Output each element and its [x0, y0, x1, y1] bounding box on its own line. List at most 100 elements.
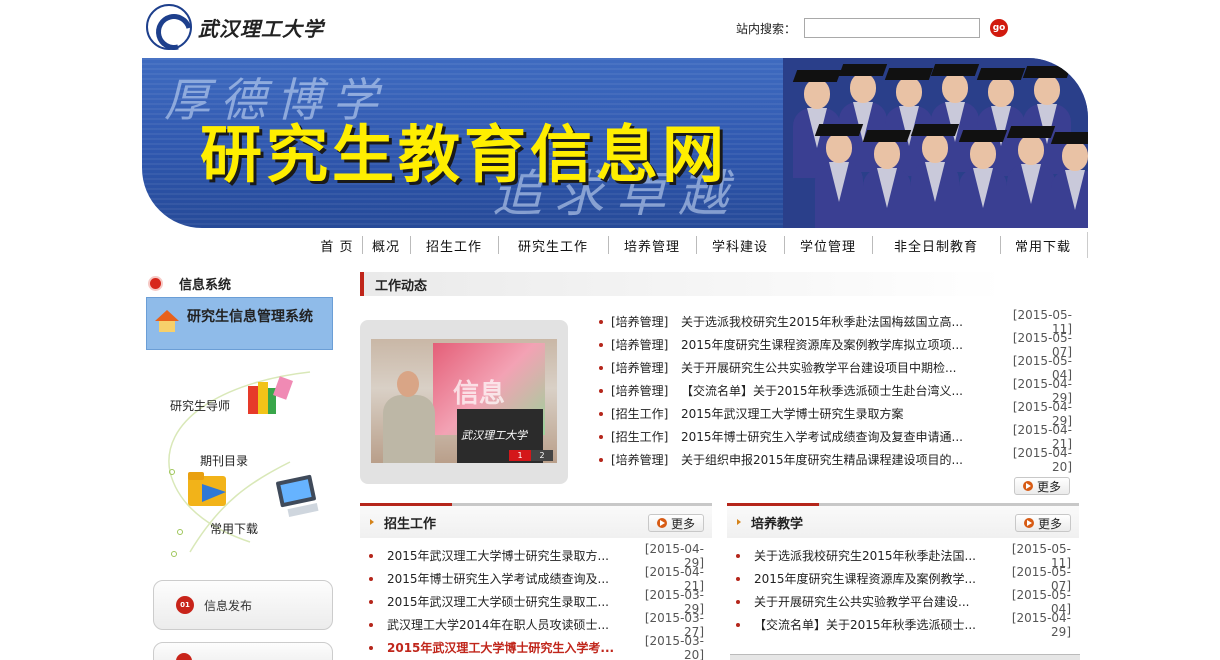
sidebar-button-partial[interactable] — [153, 642, 333, 660]
item-title[interactable]: 武汉理工大学2014年在职人员攻读硕士... — [387, 616, 636, 633]
sidebar-heading: 信息系统 — [150, 274, 231, 293]
sidebar-item-supervisors[interactable]: 研究生导师 — [170, 397, 230, 414]
triangle-icon — [737, 519, 741, 525]
news-title[interactable]: 【交流名单】关于2015年秋季选派硕士生赴台湾义... — [681, 382, 1000, 399]
news-title[interactable]: 2015年博士研究生入学考试成绩查询及复查申请通... — [681, 428, 1000, 445]
news-category: [培养管理] — [611, 315, 669, 329]
info-publish-button[interactable]: 01 信息发布 — [153, 580, 333, 630]
news-photo[interactable]: 信息 武汉理工大学 1 2 — [371, 339, 557, 463]
speaker-figure — [383, 395, 435, 463]
arrow-right-icon — [1023, 518, 1034, 528]
slide-pager: 1 2 — [509, 450, 553, 461]
item-title[interactable]: 关于开展研究生公共实验教学平台建设... — [754, 593, 1003, 610]
news-more-button[interactable]: 更多 — [1014, 477, 1070, 495]
admissions-list: 2015年武汉理工大学博士研究生录取方... [2015-04-29] 2015年… — [360, 538, 712, 660]
sidebar-item-downloads[interactable]: 常用下载 — [210, 520, 258, 537]
more-label: 更多 — [1036, 479, 1061, 494]
more-label: 更多 — [670, 516, 695, 531]
list-item[interactable]: 【交流名单】关于2015年秋季选派硕士... [2015-04-29] — [727, 610, 1079, 639]
monitor-icon — [276, 474, 319, 518]
admissions-more-button[interactable]: 更多 — [648, 514, 704, 532]
item-title[interactable]: 2015年度研究生课程资源库及案例教学... — [754, 570, 1003, 587]
page: 武汉理工大学 站内搜索： go 厚德博学 追求卓越 研究生教育信息网 首 页 概… — [0, 0, 1220, 660]
university-seal-icon — [146, 4, 192, 50]
arrow-right-icon — [1022, 481, 1033, 491]
site-search: 站内搜索： go — [736, 18, 1009, 38]
bullet-icon — [599, 457, 603, 462]
item-date: [2015-03-20] — [644, 633, 704, 660]
item-title[interactable]: 【交流名单】关于2015年秋季选派硕士... — [754, 616, 1003, 633]
nav-downloads[interactable]: 常用下载 — [1000, 232, 1086, 258]
slide-page-1[interactable]: 1 — [509, 450, 531, 461]
next-panel-edge — [730, 654, 1080, 660]
nav-graduate-work[interactable]: 研究生工作 — [498, 232, 608, 258]
news-photo-frame: 信息 武汉理工大学 1 2 — [360, 320, 568, 484]
folder-icon — [188, 472, 226, 506]
graduate-system-link[interactable]: 研究生信息管理系统 — [146, 297, 333, 350]
news-title[interactable]: 关于开展研究生公共实验教学平台建设项目中期检... — [681, 359, 1000, 376]
item-title[interactable]: 2015年博士研究生入学考试成绩查询及... — [387, 570, 636, 587]
nav-admissions[interactable]: 招生工作 — [410, 232, 498, 258]
graduates-photo — [783, 58, 1088, 228]
nav-degree[interactable]: 学位管理 — [784, 232, 872, 258]
news-category: [培养管理] — [611, 453, 669, 467]
bullet-icon — [599, 411, 603, 416]
news-title[interactable]: 2015年度研究生课程资源库及案例教学库拟立项项... — [681, 336, 1000, 353]
search-go-button[interactable]: go — [990, 19, 1009, 37]
bullet-icon — [599, 434, 603, 439]
teaching-list: 关于选派我校研究生2015年秋季赴法国... [2015-05-11] 2015年… — [727, 538, 1079, 639]
teaching-more-button[interactable]: 更多 — [1015, 514, 1071, 532]
search-label: 站内搜索： — [736, 21, 797, 36]
panel-accent — [360, 503, 452, 506]
news-title[interactable]: 关于选派我校研究生2015年秋季赴法国梅兹国立高... — [681, 313, 1000, 330]
bullet-icon — [369, 622, 373, 627]
sidebar-heading-text: 信息系统 — [179, 278, 232, 293]
university-logo[interactable]: 武汉理工大学 — [146, 4, 336, 50]
item-title[interactable]: 关于选派我校研究生2015年秋季赴法国... — [754, 547, 1003, 564]
bullet-icon — [599, 319, 603, 324]
bullet-icon — [599, 342, 603, 347]
panel-accent — [727, 503, 819, 506]
news-category: [招生工作] — [611, 430, 669, 444]
info-publish-label: 信息发布 — [204, 598, 253, 613]
news-list: [培养管理] 关于选派我校研究生2015年秋季赴法国梅兹国立高... [2015-0… — [596, 308, 1072, 474]
home-icon — [155, 310, 179, 332]
nav-part-time[interactable]: 非全日制教育 — [872, 232, 1000, 258]
admissions-heading-text: 招生工作 — [384, 516, 437, 532]
nav-overview[interactable]: 概况 — [362, 232, 410, 258]
search-input[interactable] — [804, 18, 981, 38]
item-title[interactable]: 2015年武汉理工大学博士研究生入学考... — [387, 639, 636, 656]
news-category: [培养管理] — [611, 338, 669, 352]
bullet-icon — [736, 599, 740, 604]
news-category: [招生工作] — [611, 407, 669, 421]
teaching-heading-text: 培养教学 — [751, 516, 804, 532]
news-category: [培养管理] — [611, 361, 669, 375]
item-title[interactable]: 2015年武汉理工大学硕士研究生录取工... — [387, 593, 636, 610]
books-icon — [248, 376, 293, 414]
info-badge: 01 — [176, 596, 194, 614]
info-badge-icon — [176, 653, 192, 660]
banner: 厚德博学 追求卓越 研究生教育信息网 — [142, 58, 1088, 228]
news-title[interactable]: 关于组织申报2015年度研究生精品课程建设项目的... — [681, 451, 1000, 468]
bullet-icon — [369, 576, 373, 581]
triangle-icon — [370, 519, 374, 525]
nav-discipline[interactable]: 学科建设 — [696, 232, 784, 258]
speaker-head — [397, 371, 419, 397]
list-item[interactable]: [培养管理] 关于组织申报2015年度研究生精品课程建设项目的... [2015-0… — [596, 446, 1072, 474]
bullet-icon — [736, 622, 740, 627]
nav-training[interactable]: 培养管理 — [608, 232, 696, 258]
bullet-icon — [369, 645, 373, 650]
item-date: [2015-04-29] — [1011, 610, 1071, 639]
logo-text: 武汉理工大学 — [198, 16, 324, 41]
main-nav: 首 页 概况 招生工作 研究生工作 培养管理 学科建设 学位管理 非全日制教育 … — [312, 232, 1088, 258]
nav-home[interactable]: 首 页 — [312, 232, 362, 258]
red-dot-icon — [150, 278, 161, 289]
bullet-icon — [736, 553, 740, 558]
bullet-icon — [599, 388, 603, 393]
item-title[interactable]: 2015年武汉理工大学博士研究生录取方... — [387, 547, 636, 564]
slide-page-2[interactable]: 2 — [531, 450, 553, 461]
bullet-icon — [736, 576, 740, 581]
banner-title: 研究生教育信息网 — [200, 118, 729, 191]
news-title[interactable]: 2015年武汉理工大学博士研究生录取方案 — [681, 405, 1000, 422]
list-item-highlighted[interactable]: 2015年武汉理工大学博士研究生入学考... [2015-03-20] — [360, 633, 712, 660]
